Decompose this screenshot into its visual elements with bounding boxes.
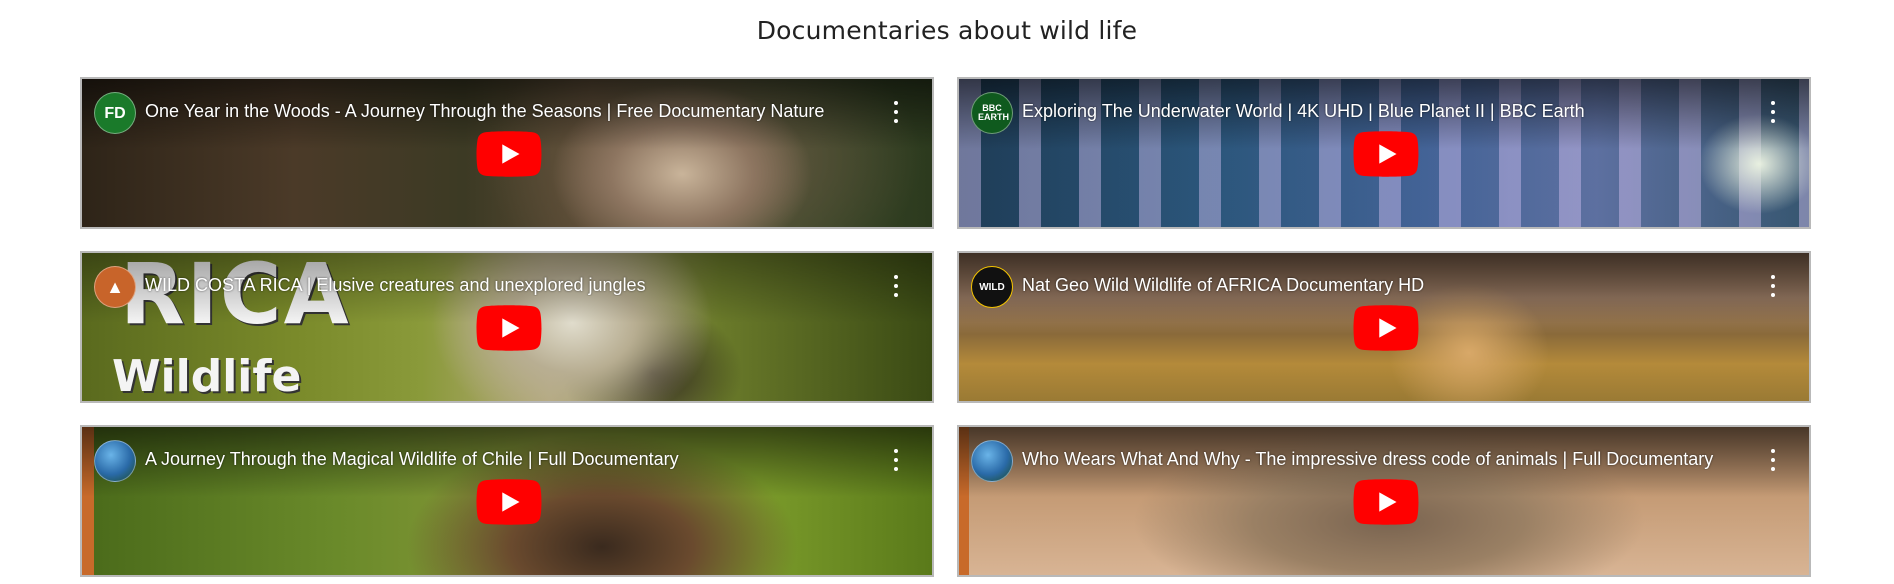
- fox-icon: ▲: [106, 276, 124, 297]
- thumbnail-overlay-text: Wildlife: [112, 351, 302, 402]
- channel-avatar[interactable]: FD: [94, 92, 136, 134]
- channel-avatar[interactable]: ▲: [94, 266, 136, 308]
- youtube-play-icon[interactable]: [1352, 131, 1420, 177]
- video-title[interactable]: Who Wears What And Why - The impressive …: [1022, 449, 1742, 470]
- more-vert-icon[interactable]: [890, 101, 902, 123]
- channel-badge-text: BBC EARTH: [978, 103, 1009, 122]
- video-card[interactable]: WILD Nat Geo Wild Wildlife of AFRICA Doc…: [957, 251, 1811, 403]
- video-card[interactable]: BBC EARTH Exploring The Underwater World…: [957, 77, 1811, 229]
- video-title[interactable]: WILD COSTA RICA | Elusive creatures and …: [145, 275, 865, 296]
- channel-badge-text: WILD: [979, 281, 1005, 293]
- more-vert-icon[interactable]: [1767, 275, 1779, 297]
- more-vert-icon[interactable]: [890, 449, 902, 471]
- video-card[interactable]: A Journey Through the Magical Wildlife o…: [80, 425, 934, 577]
- more-vert-icon[interactable]: [890, 275, 902, 297]
- youtube-play-icon[interactable]: [1352, 479, 1420, 525]
- channel-avatar[interactable]: WILD: [971, 266, 1013, 308]
- video-title[interactable]: Nat Geo Wild Wildlife of AFRICA Document…: [1022, 275, 1742, 296]
- youtube-play-icon[interactable]: [1352, 305, 1420, 351]
- video-title[interactable]: Exploring The Underwater World | 4K UHD …: [1022, 101, 1742, 122]
- video-card[interactable]: Who Wears What And Why - The impressive …: [957, 425, 1811, 577]
- video-title[interactable]: One Year in the Woods - A Journey Throug…: [145, 101, 865, 122]
- channel-avatar[interactable]: [971, 440, 1013, 482]
- channel-avatar[interactable]: BBC EARTH: [971, 92, 1013, 134]
- youtube-play-icon[interactable]: [475, 479, 543, 525]
- youtube-play-icon[interactable]: [475, 305, 543, 351]
- more-vert-icon[interactable]: [1767, 449, 1779, 471]
- channel-avatar[interactable]: [94, 440, 136, 482]
- page-title: Documentaries about wild life: [756, 16, 1138, 45]
- video-card[interactable]: RICA Wildlife ▲ WILD COSTA RICA | Elusiv…: [80, 251, 934, 403]
- channel-badge-text: FD: [104, 104, 126, 122]
- video-title[interactable]: A Journey Through the Magical Wildlife o…: [145, 449, 865, 470]
- more-vert-icon[interactable]: [1767, 101, 1779, 123]
- video-card[interactable]: FD One Year in the Woods - A Journey Thr…: [80, 77, 934, 229]
- youtube-play-icon[interactable]: [475, 131, 543, 177]
